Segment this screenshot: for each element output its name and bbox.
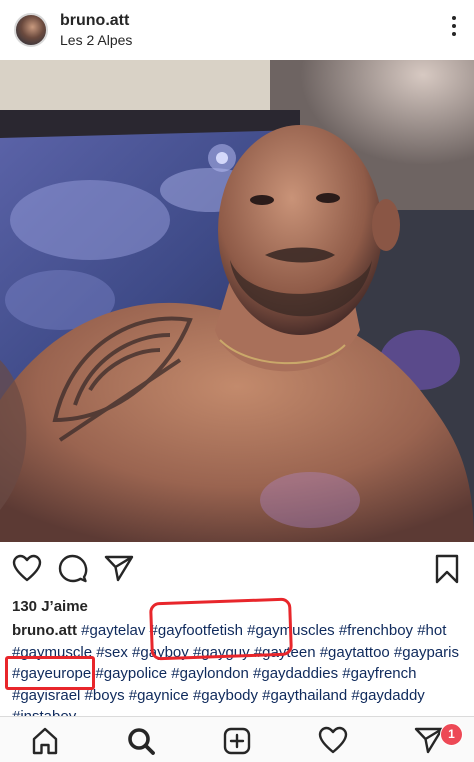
location[interactable]: Les 2 Alpes [60, 32, 132, 48]
home-icon[interactable] [30, 726, 60, 756]
user-block: bruno.att Les 2 Alpes [60, 12, 132, 48]
post-caption: bruno.att #gaytelav #gayfootfetish #gaym… [12, 620, 464, 716]
username[interactable]: bruno.att [60, 12, 132, 30]
post-photo[interactable] [0, 60, 474, 542]
likes-count[interactable]: 130 J’aime [12, 598, 88, 615]
more-vertical-icon[interactable] [450, 16, 458, 40]
notification-badge[interactable]: 1 [440, 723, 463, 746]
avatar[interactable] [14, 13, 48, 47]
bookmark-icon[interactable] [434, 554, 460, 589]
search-icon[interactable] [126, 726, 156, 756]
post-actions [0, 548, 474, 588]
comment-icon[interactable] [58, 554, 88, 589]
heart-icon[interactable] [12, 554, 42, 587]
caption-username[interactable]: bruno.att [12, 622, 77, 639]
add-post-icon[interactable] [222, 726, 252, 756]
activity-heart-icon[interactable] [318, 726, 348, 756]
caption-hashtags[interactable]: #gaytelav #gayfootfetish #gaymuscles #fr… [12, 622, 459, 716]
bottom-tab-bar [0, 716, 474, 762]
post-header: bruno.att Les 2 Alpes [0, 0, 474, 60]
send-icon[interactable] [104, 554, 134, 587]
